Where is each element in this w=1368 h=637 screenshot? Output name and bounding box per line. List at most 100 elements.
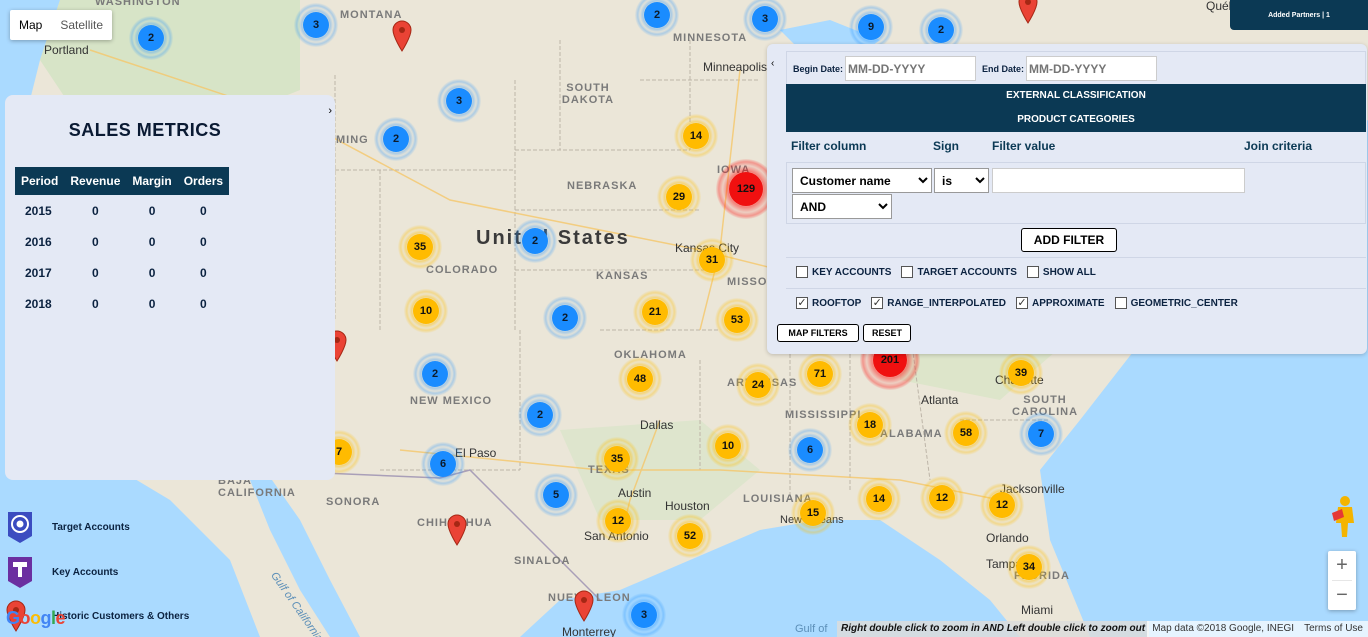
map-attribution: Map data ©2018 Google, INEGI Terms of Us… (1147, 621, 1368, 637)
margin-cell: 0 (148, 266, 156, 280)
geometric-center-checkbox[interactable]: GEOMETRIC_CENTER (1114, 297, 1238, 309)
zoom-out-button[interactable]: − (1328, 581, 1356, 610)
map-filters-button[interactable]: MAP FILTERS (777, 324, 859, 342)
add-filter-button[interactable]: ADD FILTER (1021, 228, 1117, 252)
map-cluster[interactable]: 35 (398, 225, 442, 269)
map-cluster[interactable]: 53 (715, 298, 759, 342)
map-cluster[interactable]: 34 (1007, 545, 1051, 589)
map-cluster[interactable]: 15 (791, 491, 835, 535)
map-cluster[interactable]: 12 (920, 476, 964, 520)
map-cluster[interactable]: 9 (849, 5, 893, 49)
red-pin-icon[interactable] (392, 20, 412, 52)
terms-of-use-link[interactable]: Terms of Use (1299, 621, 1368, 637)
map-cluster[interactable]: 48 (618, 357, 662, 401)
map-cluster[interactable]: 24 (736, 363, 780, 407)
product-categories-bar[interactable]: PRODUCT CATEGORIES (786, 108, 1366, 132)
filter-column-header: Filter column (791, 139, 867, 153)
map-cluster[interactable]: 35 (595, 437, 639, 481)
red-pin-icon[interactable] (574, 590, 594, 622)
cluster-count: 29 (666, 184, 692, 210)
cluster-count: 7 (1028, 421, 1054, 447)
join-criteria-select[interactable]: AND (792, 194, 892, 219)
cluster-count: 2 (522, 228, 548, 254)
filter-column-select[interactable]: Customer name (792, 168, 932, 193)
map-cluster[interactable]: 5 (534, 473, 578, 517)
map-cluster[interactable]: 31 (690, 238, 734, 282)
cluster-count: 34 (1016, 554, 1042, 580)
red-pin-icon[interactable] (447, 514, 467, 546)
chevron-right-icon[interactable]: › (328, 105, 332, 117)
reset-button[interactable]: RESET (863, 324, 911, 342)
cluster-count: 15 (800, 500, 826, 526)
cluster-count: 48 (627, 366, 653, 392)
map-cluster[interactable]: 3 (437, 79, 481, 123)
map-cluster[interactable]: 10 (404, 289, 448, 333)
map-cluster[interactable]: 29 (657, 175, 701, 219)
added-partners-tab[interactable]: Added Partners | 1 (1230, 0, 1368, 30)
orders-cell: 0 (200, 204, 207, 218)
cluster-count: 35 (604, 446, 630, 472)
period-cell: 2015 (25, 204, 52, 218)
cluster-count: 3 (631, 602, 657, 628)
table-header-row: Period Revenue Margin Orders (15, 167, 230, 195)
zoom-in-button[interactable]: + (1328, 551, 1356, 580)
cluster-count: 14 (683, 123, 709, 149)
external-classification-bar[interactable]: EXTERNAL CLASSIFICATION (786, 84, 1366, 108)
orders-cell: 0 (200, 297, 207, 311)
cluster-count: 58 (953, 420, 979, 446)
cluster-count: 2 (138, 25, 164, 51)
map-cluster[interactable]: 3 (622, 593, 666, 637)
map-cluster[interactable]: 21 (633, 290, 677, 334)
cluster-count: 31 (699, 247, 725, 273)
map-cluster[interactable]: 2 (543, 296, 587, 340)
map-cluster[interactable]: 7 (1019, 412, 1063, 456)
column-header: Orders (177, 167, 230, 195)
map-cluster[interactable]: 2 (518, 393, 562, 437)
map-cluster[interactable]: 3 (294, 3, 338, 47)
map-cluster[interactable]: 39 (999, 351, 1043, 395)
rooftop-checkbox[interactable]: ✓ ROOFTOP (796, 297, 861, 309)
map-cluster[interactable]: 2 (413, 352, 457, 396)
map-cluster[interactable]: 6 (788, 428, 832, 472)
map-cluster[interactable]: 10 (706, 424, 750, 468)
map-cluster[interactable]: 6 (421, 442, 465, 486)
target-accounts-checkbox[interactable]: TARGET ACCOUNTS (901, 266, 1017, 278)
end-date-input[interactable] (1026, 56, 1158, 81)
account-checkbox-row: KEY ACCOUNTS TARGET ACCOUNTS SHOW ALL (786, 257, 1366, 286)
map-cluster[interactable]: 12 (980, 483, 1024, 527)
map-cluster[interactable]: 2 (513, 219, 557, 263)
filter-value-input[interactable] (992, 168, 1245, 193)
map-cluster[interactable]: 18 (848, 403, 892, 447)
checkbox-label: GEOMETRIC_CENTER (1130, 297, 1238, 309)
map-cluster[interactable]: 52 (668, 514, 712, 558)
chevron-left-icon[interactable]: ‹ (771, 58, 774, 69)
cluster-count: 10 (715, 433, 741, 459)
pegman-icon[interactable] (1328, 493, 1356, 539)
red-pin-icon[interactable] (1018, 0, 1038, 24)
map-cluster[interactable]: 2 (374, 117, 418, 161)
legend-label: Target Accounts (52, 521, 130, 533)
key-accounts-checkbox[interactable]: KEY ACCOUNTS (796, 266, 891, 278)
sign-select[interactable]: is (934, 168, 989, 193)
map-cluster[interactable]: 2 (129, 16, 173, 60)
check-icon: ✓ (871, 297, 884, 309)
margin-cell: 0 (148, 204, 156, 218)
column-header: Margin (126, 167, 178, 195)
cluster-count: 53 (724, 307, 750, 333)
check-icon: ✓ (796, 297, 808, 309)
map-cluster[interactable]: 14 (857, 477, 901, 521)
approximate-checkbox[interactable]: ✓ APPROXIMATE (1015, 297, 1105, 309)
map-type-satellite-button[interactable]: Satellite (51, 10, 112, 40)
map-cluster[interactable]: 71 (798, 352, 842, 396)
show-all-checkbox[interactable]: SHOW ALL (1026, 266, 1096, 278)
filter-panel: ‹ Begin Date: End Date: EXTERNAL CLASSIF… (767, 44, 1367, 354)
revenue-cell: 0 (92, 204, 99, 218)
checkbox-label: KEY ACCOUNTS (812, 266, 892, 278)
begin-date-input[interactable] (845, 56, 977, 81)
map-cluster[interactable]: 58 (944, 411, 988, 455)
map-cluster[interactable]: 12 (596, 499, 640, 543)
map-cluster[interactable]: 14 (674, 114, 718, 158)
range-interpolated-checkbox[interactable]: ✓ RANGE_INTERPOLATED (871, 297, 1006, 309)
map-type-control: Map Satellite (10, 10, 113, 40)
map-type-map-button[interactable]: Map (10, 10, 51, 40)
